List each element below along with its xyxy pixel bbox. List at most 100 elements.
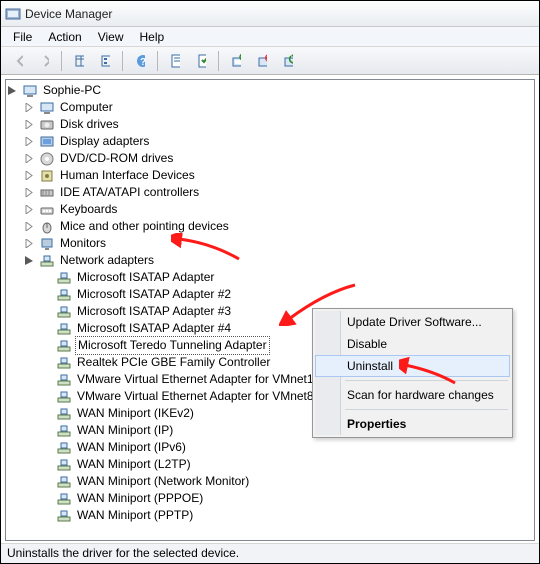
expand-toggle[interactable]	[25, 171, 39, 180]
toolbar: ?	[1, 47, 539, 75]
expand-toggle[interactable]	[25, 256, 39, 265]
category-icon	[39, 151, 55, 167]
tree-device[interactable]: WAN Miniport (Network Monitor)	[8, 473, 534, 490]
status-bar: Uninstalls the driver for the selected d…	[1, 543, 539, 563]
tree-device[interactable]: Microsoft ISATAP Adapter	[8, 269, 534, 286]
back-button	[6, 49, 30, 73]
help-button[interactable]: ?	[128, 49, 152, 73]
network-adapter-icon	[56, 270, 72, 286]
tree-device[interactable]: WAN Miniport (IPv6)	[8, 439, 534, 456]
tree-item-label: WAN Miniport (L2TP)	[75, 456, 193, 473]
tree-item-label: WAN Miniport (IP)	[75, 422, 175, 439]
expand-toggle[interactable]	[25, 222, 39, 231]
tree-item-label: WAN Miniport (PPPOE)	[75, 490, 205, 507]
tree-item-label: IDE ATA/ATAPI controllers	[58, 184, 201, 201]
tree-item-label: Realtek PCIe GBE Family Controller	[75, 354, 272, 371]
tree-device[interactable]: Microsoft ISATAP Adapter #2	[8, 286, 534, 303]
tree-item-label: Microsoft Teredo Tunneling Adapter	[75, 336, 270, 355]
tree-category[interactable]: Human Interface Devices	[8, 167, 534, 184]
tree-root-label: Sophie-PC	[41, 82, 103, 99]
category-icon	[39, 219, 55, 235]
network-adapter-icon	[56, 389, 72, 405]
tree-category[interactable]: Monitors	[8, 235, 534, 252]
tree-item-label: Microsoft ISATAP Adapter #4	[75, 320, 233, 337]
network-adapter-icon	[56, 304, 72, 320]
category-icon	[39, 185, 55, 201]
network-adapter-icon	[56, 508, 72, 524]
tree-item-label: DVD/CD-ROM drives	[58, 150, 175, 167]
computer-icon	[22, 83, 38, 99]
category-icon	[39, 100, 55, 116]
expand-toggle[interactable]	[8, 86, 22, 95]
title-bar: Device Manager	[1, 1, 539, 27]
network-adapter-icon	[56, 287, 72, 303]
tree-item-label: Display adapters	[58, 133, 151, 150]
view-button[interactable]	[93, 49, 117, 73]
tree-item-label: Microsoft ISATAP Adapter	[75, 269, 216, 286]
expand-toggle[interactable]	[25, 120, 39, 129]
tree-item-label: Mice and other pointing devices	[58, 218, 231, 235]
tree-item-label: WAN Miniport (IKEv2)	[75, 405, 196, 422]
tree-device[interactable]: WAN Miniport (L2TP)	[8, 456, 534, 473]
ctx-uninstall[interactable]: Uninstall	[315, 355, 510, 377]
tree-item-label: Disk drives	[58, 116, 121, 133]
tree-item-label: Human Interface Devices	[58, 167, 197, 184]
tree-category[interactable]: Display adapters	[8, 133, 534, 150]
ctx-update-driver[interactable]: Update Driver Software...	[315, 311, 510, 333]
tree-root[interactable]: Sophie-PC	[8, 82, 534, 99]
network-icon	[39, 253, 55, 269]
expand-toggle[interactable]	[25, 137, 39, 146]
properties-button[interactable]	[163, 49, 187, 73]
category-icon	[39, 117, 55, 133]
ctx-scan[interactable]: Scan for hardware changes	[315, 384, 510, 406]
tree-device[interactable]: WAN Miniport (PPPOE)	[8, 490, 534, 507]
device-tree[interactable]: Sophie-PC ComputerDisk drivesDisplay ada…	[8, 82, 534, 524]
uninstall-button[interactable]	[250, 49, 274, 73]
tree-category[interactable]: Disk drives	[8, 116, 534, 133]
category-icon	[39, 236, 55, 252]
tree-item-label: VMware Virtual Ethernet Adapter for VMne…	[75, 388, 316, 405]
tree-category[interactable]: IDE ATA/ATAPI controllers	[8, 184, 534, 201]
menu-help[interactable]: Help	[132, 28, 173, 46]
ctx-properties[interactable]: Properties	[315, 413, 510, 435]
menu-view[interactable]: View	[90, 28, 132, 46]
tree-device[interactable]: WAN Miniport (PPTP)	[8, 507, 534, 524]
tree-category-network[interactable]: Network adapters	[8, 252, 534, 269]
window-title: Device Manager	[25, 7, 112, 21]
menu-bar: File Action View Help	[1, 27, 539, 47]
expand-toggle[interactable]	[25, 205, 39, 214]
expand-toggle[interactable]	[25, 188, 39, 197]
tree-category[interactable]: Keyboards	[8, 201, 534, 218]
menu-file[interactable]: File	[5, 28, 40, 46]
network-adapter-icon	[56, 321, 72, 337]
tree-item-label: Microsoft ISATAP Adapter #2	[75, 286, 233, 303]
context-menu: Update Driver Software... Disable Uninst…	[312, 308, 513, 438]
properties2-button[interactable]	[189, 49, 213, 73]
tree-category[interactable]: DVD/CD-ROM drives	[8, 150, 534, 167]
tree-item-label: WAN Miniport (PPTP)	[75, 507, 195, 524]
tree-category[interactable]: Computer	[8, 99, 534, 116]
network-adapter-icon	[56, 406, 72, 422]
tree-item-label: WAN Miniport (IPv6)	[75, 439, 188, 456]
expand-toggle[interactable]	[25, 154, 39, 163]
app-icon	[5, 6, 21, 22]
network-adapter-icon	[56, 423, 72, 439]
tree-item-label: WAN Miniport (Network Monitor)	[75, 473, 251, 490]
expand-toggle[interactable]	[25, 239, 39, 248]
show-hidden-button[interactable]	[67, 49, 91, 73]
update-button[interactable]	[276, 49, 300, 73]
menu-action[interactable]: Action	[40, 28, 89, 46]
tree-category[interactable]: Mice and other pointing devices	[8, 218, 534, 235]
ctx-disable[interactable]: Disable	[315, 333, 510, 355]
network-adapter-icon	[56, 355, 72, 371]
tree-item-label: Keyboards	[58, 201, 119, 218]
expand-toggle[interactable]	[25, 103, 39, 112]
svg-text:?: ?	[140, 57, 145, 68]
category-icon	[39, 202, 55, 218]
network-adapter-icon	[56, 457, 72, 473]
network-adapter-icon	[56, 491, 72, 507]
tree-item-label: VMware Virtual Ethernet Adapter for VMne…	[75, 371, 316, 388]
status-text: Uninstalls the driver for the selected d…	[7, 546, 239, 560]
scan-button[interactable]	[224, 49, 248, 73]
forward-button	[32, 49, 56, 73]
